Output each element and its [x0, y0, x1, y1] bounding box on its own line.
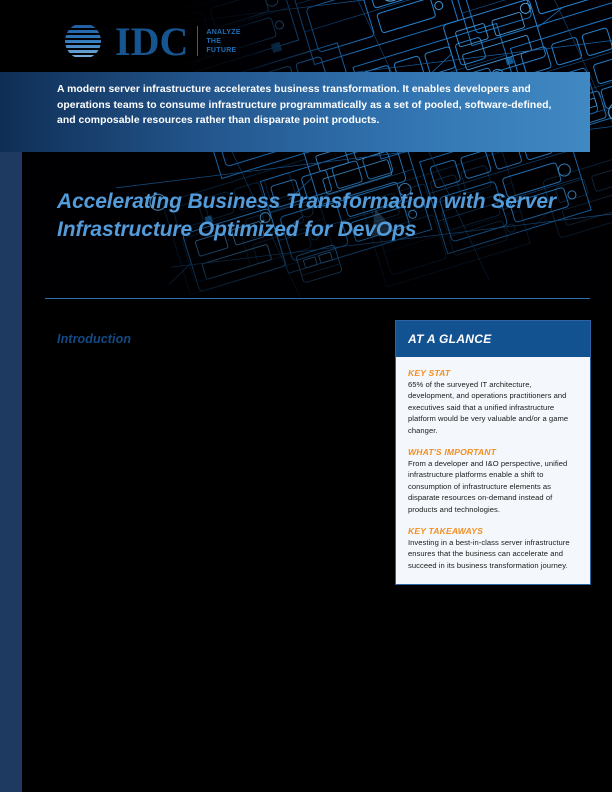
logo-divider: [197, 26, 199, 56]
title-divider: [45, 298, 590, 299]
idc-wordmark: IDC: [115, 19, 189, 64]
at-a-glance-body: KEY STAT 65% of the surveyed IT architec…: [396, 357, 590, 585]
glance-block-whats-important: WHAT'S IMPORTANT From a developer and I&…: [408, 447, 578, 515]
logo-bar: IDC ANALYZE THE FUTURE: [0, 0, 612, 72]
at-a-glance-box: AT A GLANCE KEY STAT 65% of the surveyed…: [395, 320, 591, 586]
section-heading-introduction: Introduction: [57, 332, 132, 346]
body-content-area: Introduction AT A GLANCE KEY STAT 65% of…: [22, 300, 612, 792]
idc-globe-icon: [57, 21, 109, 61]
at-a-glance-title: AT A GLANCE: [408, 332, 492, 346]
glance-text: From a developer and I&O perspective, un…: [408, 459, 568, 514]
idc-logo: IDC ANALYZE THE FUTURE: [57, 20, 241, 62]
at-a-glance-header: AT A GLANCE: [396, 321, 590, 357]
glance-label: KEY TAKEAWAYS: [408, 526, 484, 537]
left-accent-strip: [0, 152, 22, 792]
glance-label: WHAT'S IMPORTANT: [408, 447, 496, 458]
idc-tagline: ANALYZE THE FUTURE: [206, 28, 241, 54]
glance-text: 65% of the surveyed IT architecture, dev…: [408, 380, 569, 435]
intro-banner-text: A modern server infrastructure accelerat…: [57, 84, 552, 127]
document-page: IDC ANALYZE THE FUTURE A modern server i…: [0, 0, 612, 792]
glance-block-key-stat: KEY STAT 65% of the surveyed IT architec…: [408, 368, 578, 436]
glance-block-key-takeaways: KEY TAKEAWAYS Investing in a best-in-cla…: [408, 526, 578, 571]
page-title: Accelerating Business Transformation wit…: [57, 190, 556, 241]
glance-text: Investing in a best-in-class server infr…: [408, 538, 570, 570]
intro-banner: A modern server infrastructure accelerat…: [0, 72, 590, 152]
glance-label: KEY STAT: [408, 368, 451, 378]
